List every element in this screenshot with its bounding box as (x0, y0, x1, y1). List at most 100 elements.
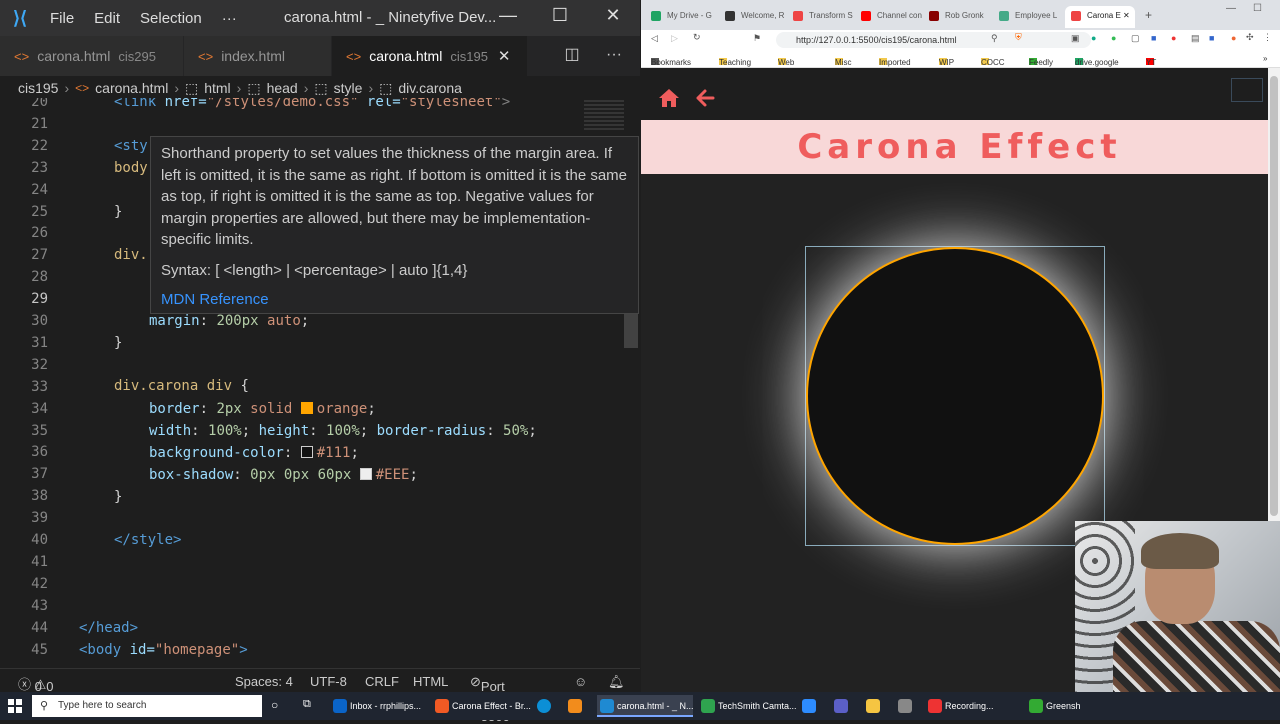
browser-menu-icon[interactable]: ⋮ (1263, 32, 1272, 43)
code-line-20: <link href="/styles/demo.css" rel="style… (114, 98, 510, 110)
back-icon[interactable]: ◁ (651, 33, 658, 44)
tab-sublabel: cis295 (118, 48, 156, 64)
breadcrumb-item[interactable]: div.carona (398, 80, 462, 96)
scrollbar-thumb[interactable] (1270, 76, 1278, 516)
taskbar-item-outlook[interactable]: Inbox - rrphillips... (330, 695, 428, 717)
breadcrumb-item[interactable]: style (334, 80, 363, 96)
browser-tab[interactable]: Welcome, R (719, 6, 789, 28)
live-server-port[interactable]: ⊘ Port : 5500 (470, 674, 510, 724)
extensions-puzzle-icon[interactable]: ✣ (1246, 32, 1254, 43)
minimize-icon[interactable]: — (493, 5, 523, 26)
html-file-icon: <> (198, 48, 214, 64)
menu-file[interactable]: File (40, 10, 84, 27)
taskbar-label: Greensh (1046, 701, 1081, 711)
menu-more[interactable]: ··· (212, 10, 247, 27)
taskbar-item-recording[interactable]: Recording... (925, 695, 1021, 717)
edge-icon[interactable] (537, 699, 551, 713)
more-actions-icon[interactable]: ··· (606, 46, 622, 63)
browser-tab-active[interactable]: Carona E ✕ (1065, 6, 1135, 28)
tab-carona-cis195[interactable]: <> carona.html cis195 ✕ (332, 36, 528, 76)
reload-icon[interactable]: ↻ (693, 32, 701, 43)
extension-icon[interactable]: ● (1231, 33, 1236, 43)
taskbar-label: TechSmith Camta... (718, 701, 797, 711)
browser-tab[interactable]: My Drive - G (645, 6, 715, 28)
calculator-icon[interactable] (898, 699, 912, 713)
sublime-icon[interactable] (568, 699, 582, 713)
editor-scrollbar[interactable] (624, 314, 638, 348)
windows-taskbar: ⚲ Type here to search ○ ⧉ Inbox - rrphil… (0, 692, 1280, 720)
breadcrumb-item[interactable]: html (204, 80, 230, 96)
editor-tabs: <> carona.html cis295 <> index.html <> c… (0, 36, 640, 76)
forward-icon[interactable]: ▷ (671, 33, 678, 44)
eol-status[interactable]: CRLF (365, 674, 399, 689)
home-icon[interactable] (658, 88, 680, 108)
line-number: 26 (31, 225, 48, 242)
taskbar-item-camtasia[interactable]: TechSmith Camta... (698, 695, 797, 717)
tab-carona-cis295[interactable]: <> carona.html cis295 (0, 36, 184, 76)
tab-index[interactable]: <> index.html (184, 36, 332, 76)
minimap[interactable] (584, 100, 624, 130)
notifications-icon[interactable]: 🔔︎ (608, 674, 625, 690)
taskbar-item-greenshot[interactable]: Greensh (1026, 695, 1081, 717)
url-bar[interactable]: http://127.0.0.1:5500/cis195/carona.html (776, 32, 1091, 48)
browser-tab[interactable]: Rob Gronk (923, 6, 993, 28)
greenshot-icon (1029, 699, 1043, 713)
mdn-reference-link[interactable]: MDN Reference (161, 289, 628, 311)
maximize-icon[interactable]: ☐ (1253, 3, 1262, 14)
bookmark-label: Imported (879, 58, 911, 67)
extension-icon[interactable]: ● (1171, 33, 1176, 43)
bookmark-icon[interactable]: ⚑ (753, 33, 761, 44)
breadcrumb-item[interactable]: head (267, 80, 298, 96)
cortana-icon[interactable]: ○ (271, 698, 278, 712)
split-editor-icon[interactable]: ◫ (564, 46, 579, 63)
code-line-23: body (114, 160, 148, 176)
taskbar-search[interactable]: ⚲ Type here to search (32, 695, 262, 717)
extension-icon[interactable]: ■ (1209, 33, 1214, 43)
line-number: 44 (31, 619, 48, 636)
close-tab-icon[interactable]: ✕ (1123, 11, 1130, 20)
color-swatch-icon[interactable] (300, 402, 313, 414)
menu-edit[interactable]: Edit (84, 10, 130, 27)
indentation-status[interactable]: Spaces: 4 (235, 674, 293, 689)
close-window-icon[interactable]: ✕ (598, 5, 628, 26)
code-token: div.carona div (114, 378, 233, 394)
browser-tab[interactable]: Employee L (993, 6, 1063, 28)
extension-icon[interactable]: ● (1091, 33, 1096, 43)
extension-icon[interactable]: ▤ (1191, 33, 1200, 44)
close-tab-icon[interactable]: ✕ (498, 47, 511, 65)
extension-icon[interactable]: ● (1111, 33, 1116, 43)
bookmarks-bar: Bookmarks Teaching Web Dev Misc Imported… (641, 50, 1280, 76)
task-view-icon[interactable]: ⧉ (303, 698, 311, 711)
extension-icon[interactable]: ▣ (1071, 33, 1080, 44)
language-status[interactable]: HTML (413, 674, 448, 689)
brave-shield-icon[interactable]: ⛨ (1015, 32, 1022, 43)
browser-tab[interactable]: Channel con (855, 6, 925, 28)
back-arrow-icon[interactable] (695, 88, 715, 108)
search-icon[interactable]: ⚲ (991, 33, 998, 44)
browser-tab[interactable]: Transform S (787, 6, 857, 28)
minimize-icon[interactable]: — (1226, 3, 1236, 14)
menu-selection[interactable]: Selection (130, 10, 212, 27)
feedback-icon[interactable]: ☺ (574, 674, 587, 689)
taskbar-item-vscode[interactable]: carona.html - _ N... (597, 695, 694, 717)
errors-status[interactable]: ⓧ 0 ⚠ 0 (18, 674, 54, 694)
taskbar-item-brave[interactable]: Carona Effect - Br... (432, 695, 531, 717)
windows-start-icon[interactable] (8, 699, 22, 713)
zoom-icon[interactable] (802, 699, 816, 713)
browser-tab-label: Channel con (877, 11, 922, 20)
line-number: 31 (31, 334, 48, 351)
hover-description: Shorthand property to set values the thi… (161, 145, 628, 248)
extension-icon[interactable]: ■ (1151, 33, 1156, 43)
more-bookmarks-icon[interactable]: » (1263, 54, 1267, 63)
teams-icon[interactable] (834, 699, 848, 713)
encoding-status[interactable]: UTF-8 (310, 674, 347, 689)
breadcrumb-item[interactable]: carona.html (95, 80, 168, 96)
breadcrumb-item[interactable]: cis195 (18, 80, 58, 96)
extension-icon[interactable]: ▢ (1131, 33, 1140, 44)
color-swatch-icon[interactable] (359, 468, 372, 480)
file-explorer-icon[interactable] (866, 699, 880, 713)
color-swatch-icon[interactable] (300, 446, 313, 458)
maximize-icon[interactable]: ☐ (545, 5, 575, 26)
code-line-40: </style> (114, 532, 182, 548)
new-tab-icon[interactable]: + (1145, 8, 1152, 22)
